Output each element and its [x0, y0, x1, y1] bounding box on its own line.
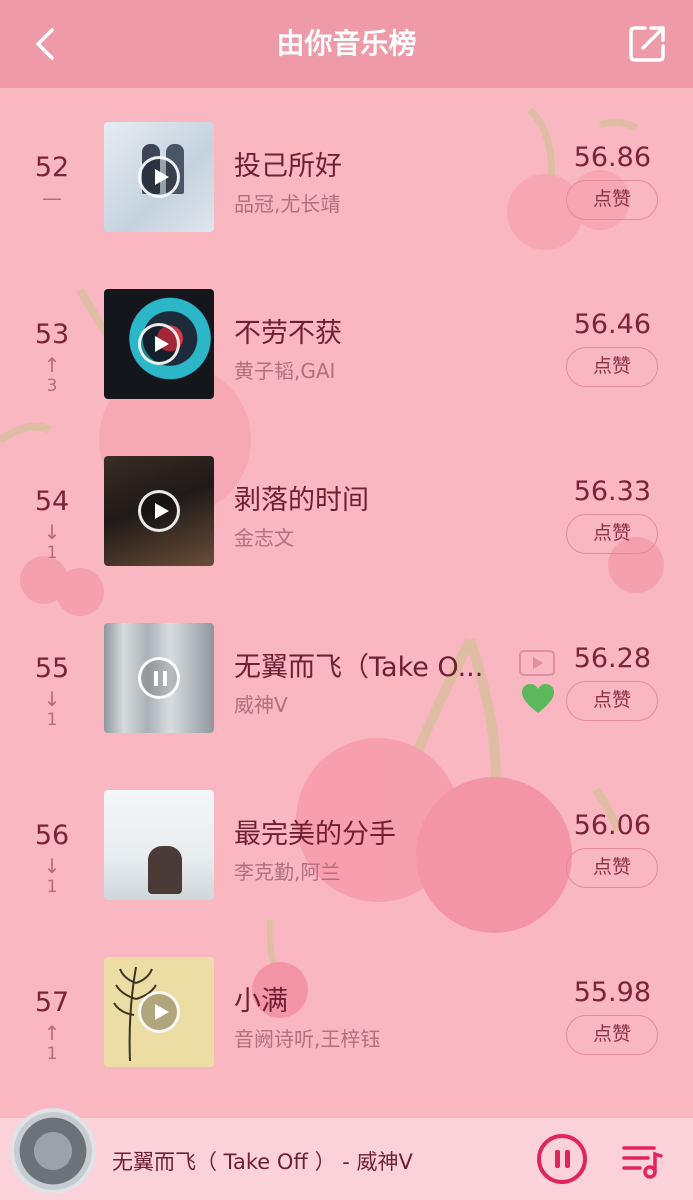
album-cover[interactable] — [104, 790, 214, 900]
score: 56.06 — [573, 810, 651, 841]
rank-trend: ↓ 1 — [22, 522, 82, 564]
rank-number: 56 — [34, 820, 70, 851]
now-playing-cover[interactable] — [10, 1108, 96, 1194]
rank-change: 1 — [46, 543, 58, 563]
share-external-icon[interactable] — [625, 22, 669, 66]
album-cover[interactable] — [104, 957, 214, 1067]
artist-name[interactable]: 金志文 — [234, 522, 494, 551]
play-icon[interactable] — [138, 490, 180, 532]
pause-circle-icon[interactable] — [537, 1134, 587, 1184]
arrow-down-icon: ↓ — [43, 854, 61, 878]
album-cover[interactable] — [104, 623, 214, 733]
album-cover[interactable] — [104, 456, 214, 566]
score: 55.98 — [573, 977, 651, 1008]
play-icon[interactable] — [138, 156, 180, 198]
album-cover[interactable] — [104, 122, 214, 232]
list-item[interactable]: 52 — 投己所好 品冠,尤长靖 56.86 点赞 — [0, 88, 693, 255]
rank-change: 1 — [46, 877, 58, 897]
rank-number: 55 — [34, 653, 70, 684]
list-item[interactable]: 54 ↓ 1 剥落的时间 金志文 56.33 点赞 — [0, 422, 693, 589]
chart-list: 52 — 投己所好 品冠,尤长靖 56.86 点赞 53 ↑ 3 不劳不获 黄子… — [0, 88, 693, 1090]
dash-icon: — — [42, 186, 62, 210]
rank-number: 53 — [34, 319, 70, 350]
playlist-icon[interactable] — [620, 1140, 664, 1180]
artist-name[interactable]: 李克勤,阿兰 — [234, 856, 494, 885]
now-playing-text[interactable]: 无翼而飞（ Take Off ） - 威神V — [112, 1146, 413, 1176]
song-title[interactable]: 不劳不获 — [234, 311, 504, 350]
list-item[interactable]: 56 ↓ 1 最完美的分手 李克勤,阿兰 56.06 点赞 — [0, 756, 693, 923]
like-button[interactable]: 点赞 — [566, 848, 658, 888]
rank-number: 57 — [34, 987, 70, 1018]
arrow-up-icon: ↑ — [43, 353, 61, 377]
cover-figure — [148, 846, 182, 894]
list-item[interactable]: 53 ↑ 3 不劳不获 黄子韬,GAI 56.46 点赞 — [0, 255, 693, 422]
rank-trend: ↑ 3 — [22, 355, 82, 397]
like-button[interactable]: 点赞 — [566, 681, 658, 721]
rank-change: 3 — [46, 376, 58, 396]
rank-trend: — — [22, 188, 82, 208]
rank-trend: ↓ 1 — [22, 856, 82, 898]
song-title[interactable]: 最完美的分手 — [234, 812, 504, 851]
score: 56.28 — [573, 643, 651, 674]
rank-number: 52 — [34, 152, 70, 183]
heart-icon[interactable] — [521, 683, 555, 715]
list-item[interactable]: 57 ↑ 1 小满 音阙诗听,王梓钰 55.98 点赞 — [0, 923, 693, 1090]
mini-player[interactable]: 无翼而飞（ Take Off ） - 威神V — [0, 1108, 693, 1200]
like-button[interactable]: 点赞 — [566, 1015, 658, 1055]
song-title[interactable]: 剥落的时间 — [234, 478, 504, 517]
list-item[interactable]: 55 ↓ 1 无翼而飞（Take O... 威神V 56.28 点赞 — [0, 589, 693, 756]
rank-change: 1 — [46, 710, 58, 730]
artist-name[interactable]: 威神V — [234, 689, 494, 718]
like-button[interactable]: 点赞 — [566, 347, 658, 387]
play-icon[interactable] — [138, 991, 180, 1033]
arrow-down-icon: ↓ — [43, 520, 61, 544]
arrow-up-icon: ↑ — [43, 1021, 61, 1045]
artist-name[interactable]: 黄子韬,GAI — [234, 355, 494, 384]
like-button[interactable]: 点赞 — [566, 514, 658, 554]
song-title[interactable]: 小满 — [234, 979, 504, 1018]
rank-trend: ↓ 1 — [22, 689, 82, 731]
song-title[interactable]: 无翼而飞（Take O... — [234, 645, 496, 684]
play-icon[interactable] — [138, 323, 180, 365]
song-title[interactable]: 投己所好 — [234, 144, 504, 183]
score: 56.86 — [573, 142, 651, 173]
album-cover[interactable] — [104, 289, 214, 399]
rank-trend: ↑ 1 — [22, 1023, 82, 1065]
mv-video-icon[interactable] — [518, 649, 556, 677]
top-bar: 由你音乐榜 — [0, 0, 693, 88]
arrow-down-icon: ↓ — [43, 687, 61, 711]
rank-number: 54 — [34, 486, 70, 517]
like-button[interactable]: 点赞 — [566, 180, 658, 220]
pause-icon[interactable] — [138, 657, 180, 699]
score: 56.33 — [573, 476, 651, 507]
page-title: 由你音乐榜 — [276, 27, 417, 60]
rank-change: 1 — [46, 1044, 58, 1064]
chevron-left-icon[interactable] — [26, 24, 66, 64]
artist-name[interactable]: 品冠,尤长靖 — [234, 188, 494, 217]
score: 56.46 — [573, 309, 651, 340]
artist-name[interactable]: 音阙诗听,王梓钰 — [234, 1023, 494, 1052]
